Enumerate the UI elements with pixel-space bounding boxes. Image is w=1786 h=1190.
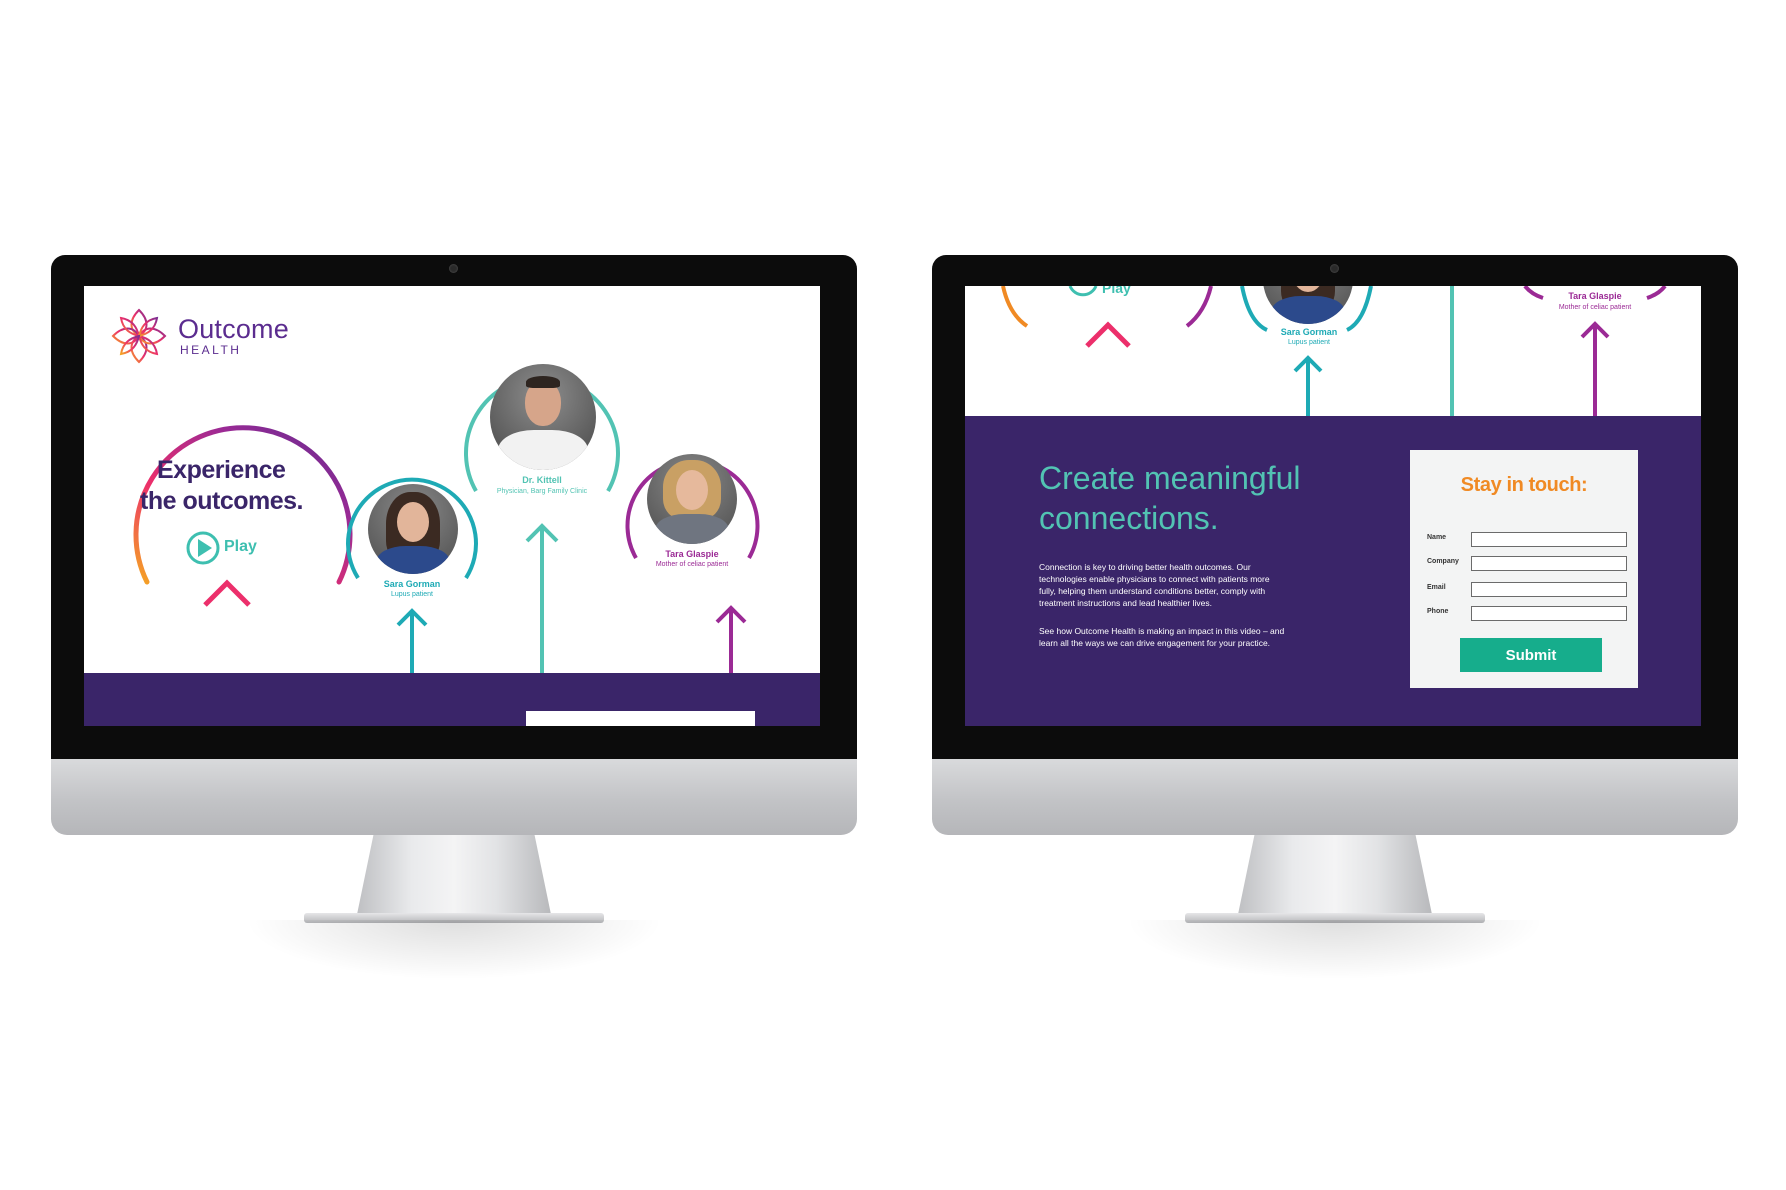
phone-label: Phone <box>1427 608 1449 615</box>
hero-ring-partial <box>1001 286 1029 328</box>
name-label: Name <box>1427 534 1447 541</box>
contact-screen: Play Sara Gorman Lupus patient Tara Glas… <box>965 286 1701 726</box>
camera-dot <box>1330 264 1339 273</box>
play-circle-icon[interactable] <box>1068 286 1098 297</box>
person-name: Sara Gorman <box>1280 327 1338 337</box>
person-role: Mother of celiac patient <box>655 561 729 568</box>
monitor-shadow <box>244 920 664 980</box>
left-monitor: Outcome HEALTH Experience the outcomes. … <box>51 255 857 835</box>
person-name: Dr. Kittell <box>522 475 562 485</box>
landing-screen: Outcome HEALTH Experience the outcomes. … <box>84 286 820 726</box>
dr-kittell-photo[interactable] <box>490 364 596 470</box>
person-name: Tara Glaspie <box>1568 291 1622 301</box>
white-tab-strip <box>526 711 755 726</box>
play-label[interactable]: Play <box>1102 286 1131 296</box>
hero-arrow <box>203 579 251 686</box>
submit-label: Submit <box>1505 647 1557 664</box>
connections-body-line: technologies enable physicians to connec… <box>1039 574 1270 584</box>
face-shape <box>676 470 708 510</box>
connections-section: Create meaningful connections. Connectio… <box>965 416 1701 726</box>
person-role: Lupus patient <box>390 591 434 598</box>
email-field[interactable] <box>1471 582 1627 597</box>
camera-dot <box>449 264 458 273</box>
connections-body-line: fully, helping them understand condition… <box>1039 586 1266 596</box>
play-label[interactable]: Play <box>224 538 257 556</box>
person-role: Physician, Barg Family Clinic <box>496 488 588 495</box>
connections-body-line: treatment instructions and lead healthie… <box>1039 598 1212 608</box>
company-field[interactable] <box>1471 556 1627 571</box>
monitor-chin <box>932 759 1738 835</box>
right-monitor: Play Sara Gorman Lupus patient Tara Glas… <box>932 255 1738 835</box>
connections-heading-line1: Create meaningful <box>1039 460 1301 496</box>
person-name: Tara Glaspie <box>665 549 719 559</box>
person-role: Mother of celiac patient <box>1558 304 1632 311</box>
monitor-chin <box>51 759 857 835</box>
shirt-shape <box>376 546 450 574</box>
play-triangle-icon <box>198 539 212 557</box>
sara-gorman-photo[interactable] <box>368 484 458 574</box>
shirt-shape <box>655 514 729 544</box>
monitor-stand-neck <box>356 835 552 917</box>
brand-name: Outcome <box>178 314 289 344</box>
connections-heading-line2: connections. <box>1039 500 1219 536</box>
sara-gorman-photo[interactable] <box>1263 286 1353 324</box>
email-label: Email <box>1427 584 1446 591</box>
hero-headline-line1: Experience <box>157 456 286 484</box>
connections-body-line: learn all the ways we can drive engageme… <box>1039 638 1271 648</box>
flower-logo-icon <box>111 308 167 364</box>
brand-subname: HEALTH <box>180 343 242 357</box>
monitor-stand-neck <box>1237 835 1433 917</box>
face-shape <box>397 502 429 542</box>
person-role: Lupus patient <box>1287 339 1331 346</box>
person-name: Sara Gorman <box>383 579 441 589</box>
tara-glaspie-photo[interactable] <box>647 454 737 544</box>
connections-body-line: Connection is key to driving better heal… <box>1039 562 1251 572</box>
hair-shape <box>526 376 560 388</box>
form-title: Stay in touch: <box>1460 474 1588 496</box>
contact-form-card: Stay in touch: Name Company Email Phone … <box>1410 450 1638 688</box>
coat-shape <box>498 430 588 470</box>
hero-headline-line2: the outcomes. <box>140 487 303 515</box>
shirt-shape <box>1271 296 1345 324</box>
company-label: Company <box>1427 558 1459 565</box>
connections-body-line: See how Outcome Health is making an impa… <box>1039 626 1285 636</box>
name-field[interactable] <box>1471 532 1627 547</box>
sara-ring <box>1240 286 1268 332</box>
phone-field[interactable] <box>1471 606 1627 621</box>
submit-button[interactable]: Submit <box>1460 638 1602 672</box>
monitor-shadow <box>1125 920 1545 980</box>
hero-ring-partial <box>1185 286 1213 328</box>
